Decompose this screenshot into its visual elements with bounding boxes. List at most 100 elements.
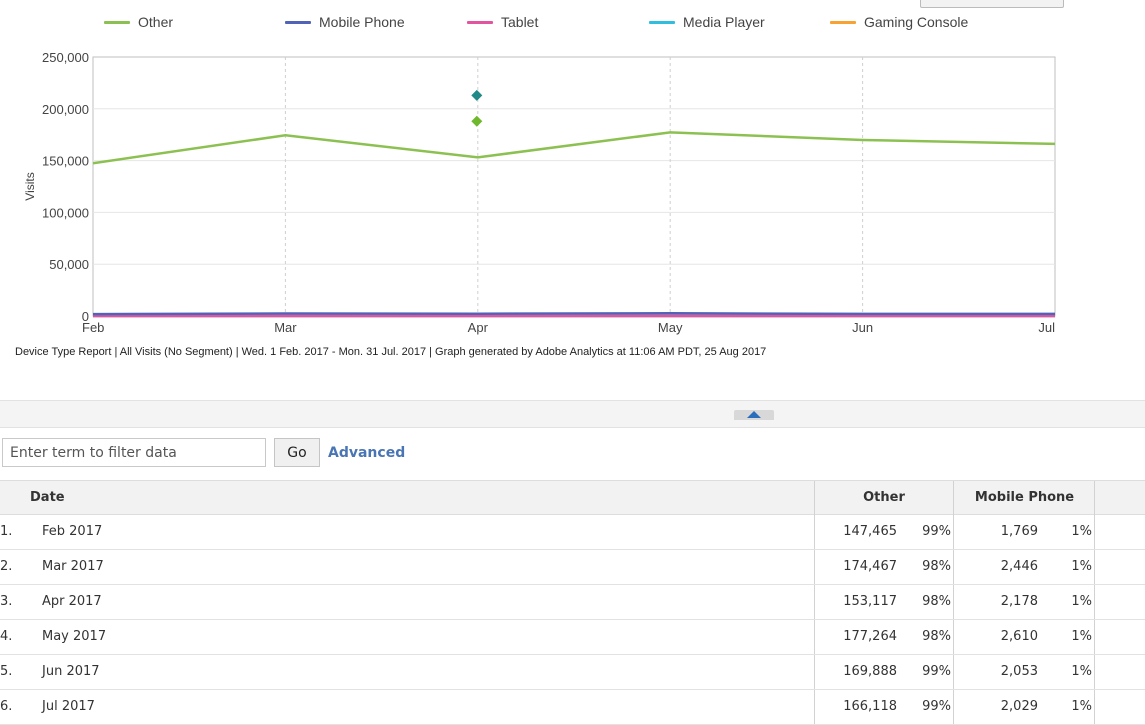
table-row[interactable]: 5. Jun 2017 169,888 99% 2,053 1% (0, 655, 1145, 690)
series-line-mobile-phone (92, 312, 1056, 316)
row-index: 5. (0, 664, 13, 679)
mobile-phone-value: 1,769 (1000, 524, 1038, 539)
other-value: 177,264 (843, 629, 897, 644)
mobile-phone-percent: 1% (1071, 524, 1092, 539)
x-tick-label: May (658, 320, 683, 335)
legend-label-mobile-phone: Mobile Phone (319, 14, 405, 30)
legend-item-mobile-phone[interactable]: Mobile Phone (285, 14, 405, 30)
legend-item-media-player[interactable]: Media Player (649, 14, 765, 30)
table-row[interactable]: 1. Feb 2017 147,465 99% 1,769 1% (0, 515, 1145, 550)
collapse-arrow-icon[interactable] (747, 411, 761, 418)
data-marker (471, 89, 483, 101)
column-header-other[interactable]: Other (814, 481, 954, 516)
other-value: 147,465 (843, 524, 897, 539)
other-value: 166,118 (843, 699, 897, 714)
y-tick-label: 200,000 (42, 102, 89, 117)
table-row[interactable]: 3. Apr 2017 153,117 98% 2,178 1% (0, 585, 1145, 620)
mobile-phone-value: 2,029 (1000, 699, 1038, 714)
row-date: Jul 2017 (42, 699, 95, 714)
mobile-phone-cell: 2,053 1% (955, 655, 1095, 689)
mobile-phone-value: 2,053 (1000, 664, 1038, 679)
row-index: 1. (0, 524, 13, 539)
other-percent: 98% (922, 594, 951, 609)
row-index: 6. (0, 699, 13, 714)
legend-swatch-mobile-phone (285, 20, 311, 24)
row-date: Apr 2017 (42, 594, 102, 609)
other-cell: 166,118 99% (814, 690, 954, 724)
x-tick-label: Jun (852, 320, 873, 335)
other-cell: 153,117 98% (814, 585, 954, 619)
other-percent: 98% (922, 629, 951, 644)
panel-splitter[interactable] (0, 400, 1145, 428)
go-button[interactable]: Go (274, 438, 320, 467)
top-right-button[interactable] (920, 0, 1064, 8)
row-index: 4. (0, 629, 13, 644)
mobile-phone-value: 2,610 (1000, 629, 1038, 644)
chart-legend: Other Mobile Phone Tablet Media Player G… (0, 14, 1145, 30)
x-tick-label: Apr (468, 320, 489, 335)
legend-label-other: Other (138, 14, 174, 30)
data-marker (471, 115, 483, 127)
data-table: Date Other Mobile Phone 1. Feb 2017 147,46… (0, 480, 1145, 725)
chart-footer-note: Device Type Report | All Visits (No Segm… (15, 346, 767, 358)
mobile-phone-value: 2,446 (1000, 559, 1038, 574)
legend-swatch-gaming-console (830, 20, 856, 24)
mobile-phone-percent: 1% (1071, 664, 1092, 679)
table-body: 1. Feb 2017 147,465 99% 1,769 1% 2. Mar 2017 174… (0, 515, 1145, 725)
other-cell: 169,888 99% (814, 655, 954, 689)
mobile-phone-percent: 1% (1071, 699, 1092, 714)
column-header-date[interactable]: Date (30, 481, 65, 516)
row-date: Mar 2017 (42, 559, 104, 574)
mobile-phone-percent: 1% (1071, 629, 1092, 644)
x-tick-label: Jul (1038, 320, 1055, 335)
other-cell: 177,264 98% (814, 620, 954, 654)
row-date: Feb 2017 (42, 524, 103, 539)
series-line-other (92, 131, 1056, 165)
filter-bar: Go Advanced (0, 426, 1145, 480)
other-value: 153,117 (843, 594, 897, 609)
legend-item-other[interactable]: Other (104, 14, 173, 30)
mobile-phone-cell: 2,446 1% (955, 550, 1095, 584)
visits-line-chart: 050,000100,000150,000200,000250,000Feb Ma… (23, 50, 1056, 335)
advanced-link[interactable]: Advanced (328, 445, 405, 461)
legend-swatch-other (104, 20, 130, 24)
row-index: 3. (0, 594, 13, 609)
plot-frame (92, 56, 1056, 317)
row-index: 2. (0, 559, 13, 574)
mobile-phone-cell: 2,610 1% (955, 620, 1095, 654)
y-tick-label: 100,000 (42, 205, 89, 220)
mobile-phone-percent: 1% (1071, 559, 1092, 574)
legend-label-gaming-console: Gaming Console (864, 14, 969, 30)
other-percent: 99% (922, 524, 951, 539)
column-header-mobile-phone[interactable]: Mobile Phone (955, 481, 1095, 516)
other-cell: 147,465 99% (814, 515, 954, 549)
y-axis-label: Visits (23, 172, 37, 200)
table-row[interactable]: 2. Mar 2017 174,467 98% 2,446 1% (0, 550, 1145, 585)
filter-input[interactable] (2, 438, 266, 467)
table-row[interactable]: 6. Jul 2017 166,118 99% 2,029 1% (0, 690, 1145, 725)
legend-swatch-tablet (467, 20, 493, 24)
mobile-phone-value: 2,178 (1000, 594, 1038, 609)
other-cell: 174,467 98% (814, 550, 954, 584)
table-row[interactable]: 4. May 2017 177,264 98% 2,610 1% (0, 620, 1145, 655)
y-tick-label: 50,000 (49, 257, 89, 272)
legend-label-media-player: Media Player (683, 14, 765, 30)
legend-item-gaming-console[interactable]: Gaming Console (830, 14, 968, 30)
table-header-row: Date Other Mobile Phone (0, 480, 1145, 516)
row-date: May 2017 (42, 629, 107, 644)
other-percent: 99% (922, 664, 951, 679)
legend-label-tablet: Tablet (501, 14, 539, 30)
mobile-phone-cell: 2,029 1% (955, 690, 1095, 724)
row-date: Jun 2017 (42, 664, 100, 679)
y-tick-label: 250,000 (42, 50, 89, 65)
other-percent: 98% (922, 559, 951, 574)
legend-item-tablet[interactable]: Tablet (467, 14, 538, 30)
mobile-phone-cell: 1,769 1% (955, 515, 1095, 549)
mobile-phone-percent: 1% (1071, 594, 1092, 609)
legend-swatch-media-player (649, 20, 675, 24)
other-value: 169,888 (843, 664, 897, 679)
y-tick-label: 150,000 (42, 154, 89, 169)
other-percent: 99% (922, 699, 951, 714)
x-tick-label: Mar (274, 320, 297, 335)
other-value: 174,467 (843, 559, 897, 574)
